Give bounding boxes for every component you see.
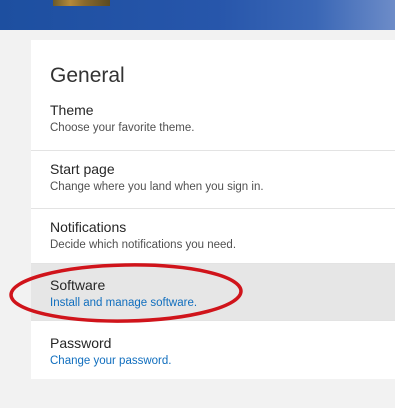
section-heading: General <box>50 64 125 87</box>
settings-item-software[interactable]: Software Install and manage software. <box>31 264 395 320</box>
settings-item-description: Change where you land when you sign in. <box>50 181 264 193</box>
settings-item-description: Decide which notifications you need. <box>50 239 237 251</box>
avatar[interactable] <box>53 0 110 6</box>
settings-item-theme[interactable]: Theme Choose your favorite theme. <box>31 100 395 142</box>
settings-item-start-page[interactable]: Start page Change where you land when yo… <box>31 151 395 200</box>
password-link[interactable]: Change your password. <box>50 354 395 369</box>
settings-item-title: Theme <box>50 102 94 118</box>
software-link[interactable]: Install and manage software. <box>50 296 395 311</box>
general-settings-panel: General Theme Choose your favorite theme… <box>31 40 395 379</box>
settings-item-title: Password <box>50 335 112 351</box>
settings-item-title: Start page <box>50 161 115 177</box>
settings-item-title: Software <box>50 277 106 293</box>
settings-item-description: Choose your favorite theme. <box>50 122 195 134</box>
settings-item-title: Notifications <box>50 219 127 235</box>
settings-item-notifications[interactable]: Notifications Decide which notifications… <box>31 209 395 258</box>
settings-item-password[interactable]: Password Change your password. <box>31 321 395 376</box>
top-bar <box>0 0 395 30</box>
